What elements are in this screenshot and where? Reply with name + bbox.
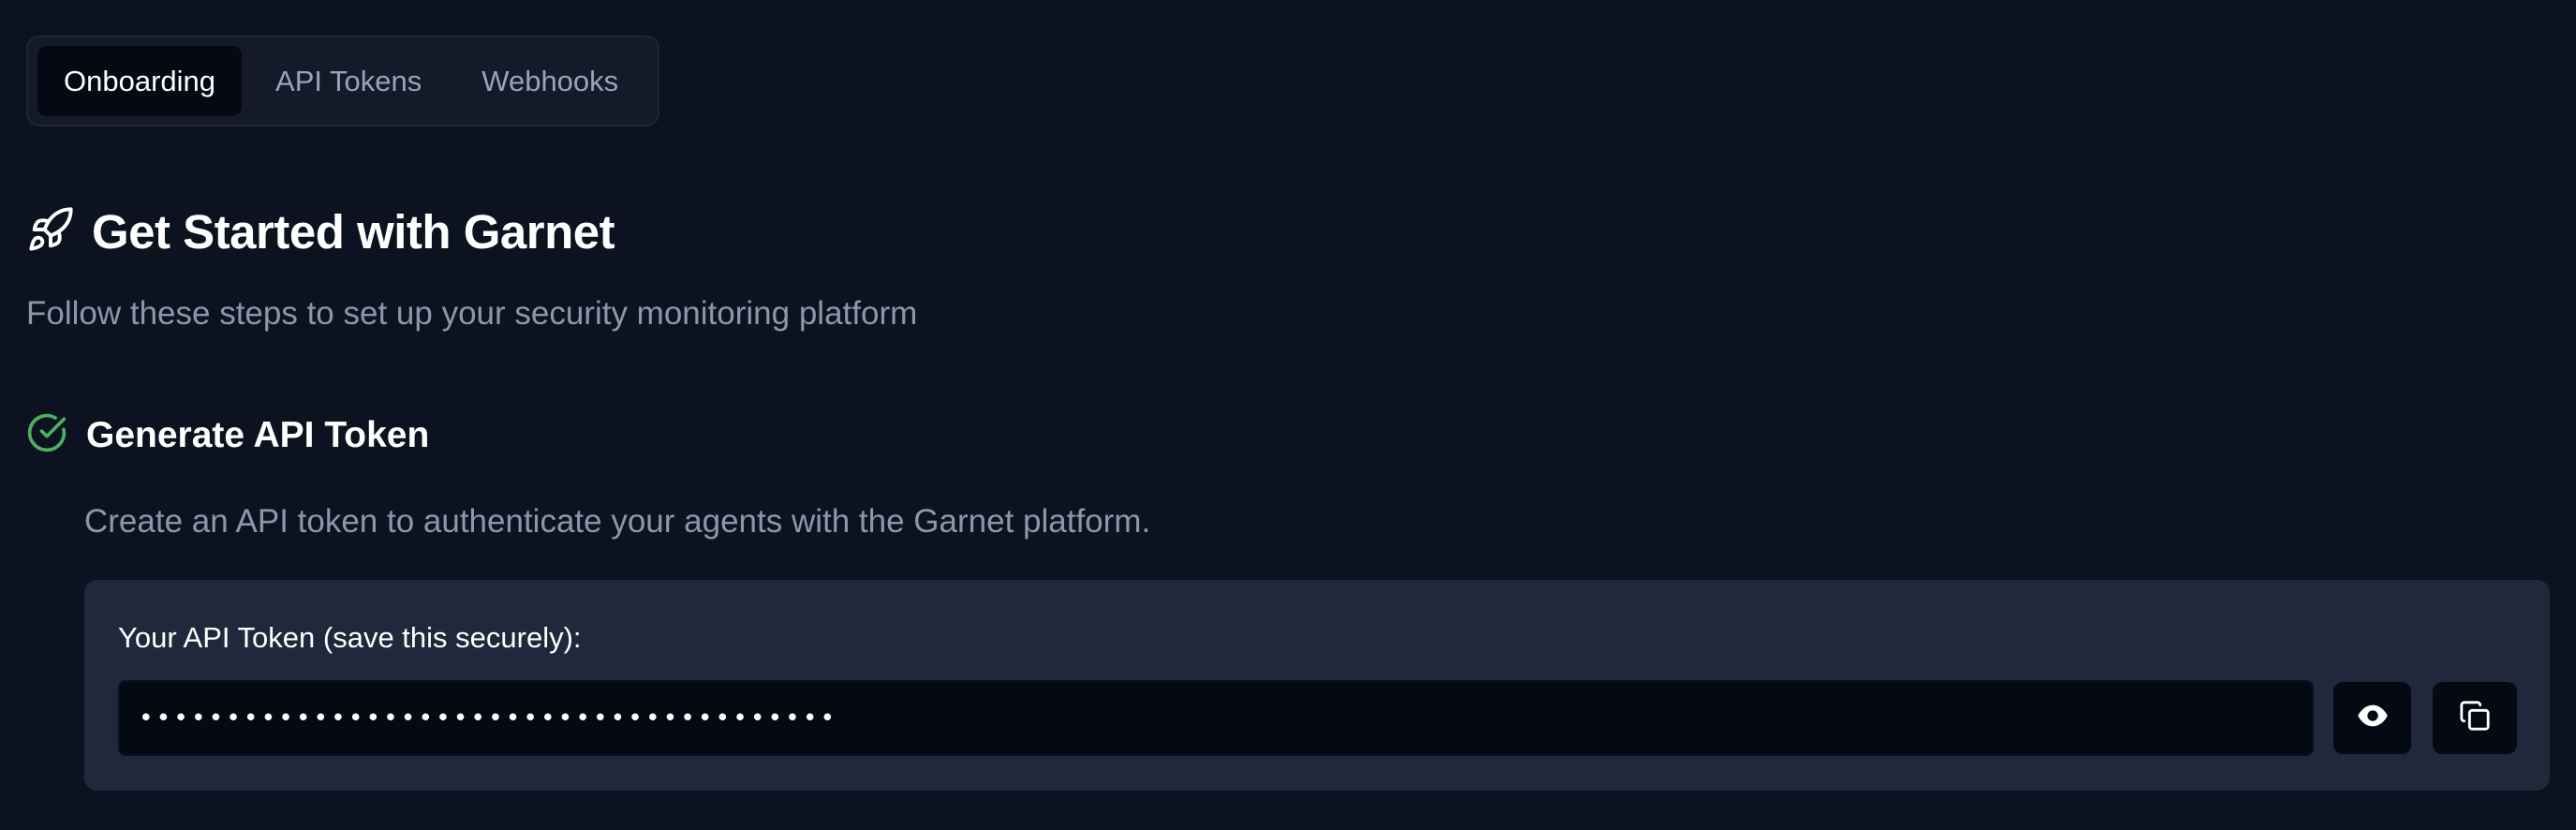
copy-icon	[2459, 700, 2491, 736]
check-circle-icon	[26, 412, 67, 458]
rocket-icon	[26, 205, 75, 259]
page-header: Get Started with Garnet	[26, 204, 615, 259]
tab-webhooks[interactable]: Webhooks	[455, 46, 644, 116]
tab-onboarding[interactable]: Onboarding	[37, 46, 243, 116]
step-header: Generate API Token	[26, 412, 429, 458]
api-token-card: Your API Token (save this securely): •••…	[84, 580, 2550, 791]
onboarding-page: Onboarding API Tokens Webhooks Get Start…	[0, 0, 2576, 830]
step-title: Generate API Token	[86, 414, 430, 455]
tab-bar: Onboarding API Tokens Webhooks	[26, 36, 659, 126]
step-description: Create an API token to authenticate your…	[84, 503, 1151, 540]
token-label: Your API Token (save this securely):	[118, 621, 582, 654]
page-title: Get Started with Garnet	[92, 205, 615, 259]
tab-api-tokens[interactable]: API Tokens	[249, 46, 448, 116]
copy-token-button[interactable]	[2433, 682, 2517, 754]
page-subtitle: Follow these steps to set up your securi…	[26, 295, 918, 332]
eye-icon	[2357, 700, 2389, 736]
show-token-button[interactable]	[2333, 682, 2411, 754]
api-token-field[interactable]: ••••••••••••••••••••••••••••••••••••••••	[118, 680, 2314, 756]
